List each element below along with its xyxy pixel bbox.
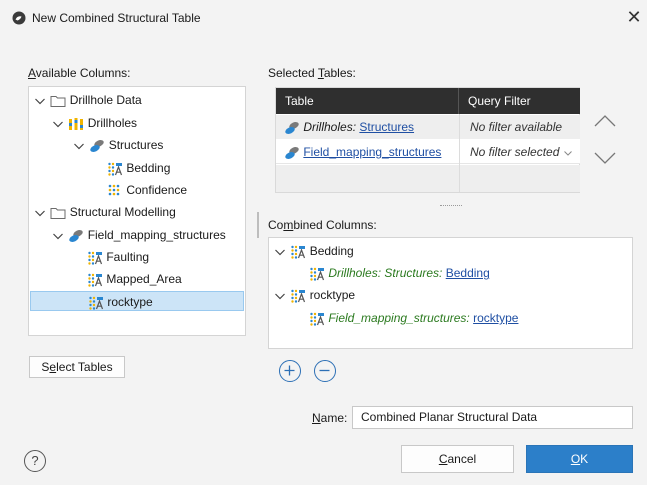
table-cell-name[interactable]: Drillholes: Structures — [284, 115, 414, 139]
table-link[interactable]: Structures — [359, 120, 414, 134]
tree-item-faulting[interactable]: Faulting — [87, 247, 149, 267]
window-title: New Combined Structural Table — [32, 11, 201, 25]
combined-columns-tree[interactable]: Bedding Drillholes: Structures: Bedding … — [268, 237, 633, 349]
select-tables-button[interactable]: Select Tables — [29, 356, 125, 378]
splitter-grip[interactable] — [440, 205, 462, 208]
name-label: Name: — [312, 411, 348, 425]
tree-item-confidence[interactable]: Confidence — [107, 180, 187, 200]
column-divider — [459, 114, 460, 192]
planar-column-icon — [87, 273, 103, 287]
chevron-down-icon[interactable] — [33, 206, 47, 220]
planar-column-icon — [88, 296, 104, 310]
tree-item-structures[interactable]: Structures — [72, 135, 163, 155]
structures-icon — [284, 121, 300, 135]
selected-tables-label: Selected Tables: — [268, 66, 356, 80]
combined-item-rocktype[interactable]: rocktype — [273, 285, 355, 305]
arrow-up-icon[interactable] — [592, 111, 618, 131]
remove-circle-icon[interactable] — [314, 360, 336, 382]
structures-icon — [68, 229, 84, 243]
chevron-down-icon[interactable] — [72, 139, 86, 153]
chevron-down-icon[interactable] — [273, 289, 287, 303]
help-icon[interactable]: ? — [24, 450, 46, 472]
leapfrog-app-icon — [12, 11, 26, 25]
name-input[interactable]: Combined Planar Structural Data — [352, 406, 633, 429]
selected-tables-table[interactable]: Table Query Filter Drillholes: Structure… — [275, 87, 580, 193]
planar-column-icon — [290, 245, 306, 259]
source-link[interactable]: Bedding — [446, 266, 490, 280]
combined-source-rocktype[interactable]: Field_mapping_structures: rocktype — [309, 308, 518, 328]
table-row-empty — [276, 165, 580, 192]
planar-column-icon — [107, 162, 123, 176]
folder-icon — [50, 94, 66, 108]
vertical-splitter[interactable] — [257, 212, 259, 238]
structures-icon — [89, 139, 105, 153]
planar-column-icon — [309, 267, 325, 281]
table-link[interactable]: Field_mapping_structures — [303, 145, 441, 159]
planar-column-icon — [309, 312, 325, 326]
tree-item-drillhole-data[interactable]: Drillhole Data — [33, 90, 142, 110]
tree-item-bedding[interactable]: Bedding — [107, 158, 170, 178]
drillholes-icon — [68, 117, 84, 131]
available-columns-tree[interactable]: Drillhole Data Drillholes Structures Bed… — [28, 86, 246, 336]
folder-icon — [50, 206, 66, 220]
tree-item-structural-modelling[interactable]: Structural Modelling — [33, 202, 176, 222]
planar-column-icon — [290, 289, 306, 303]
structures-icon — [284, 146, 300, 160]
combined-item-bedding[interactable]: Bedding — [273, 241, 354, 261]
table-cell-name[interactable]: Field_mapping_structures — [284, 140, 441, 164]
tree-item-drillholes[interactable]: Drillholes — [51, 113, 137, 133]
available-columns-label: Available Columns: — [28, 66, 131, 80]
combined-columns-label: Combined Columns: — [268, 218, 377, 232]
chevron-down-icon[interactable] — [33, 94, 47, 108]
column-header-table[interactable]: Table — [276, 88, 459, 114]
cancel-button[interactable]: Cancel — [401, 445, 514, 473]
chevron-down-icon — [563, 150, 572, 156]
tree-item-rocktype[interactable]: rocktype — [30, 291, 244, 311]
arrow-down-icon[interactable] — [592, 148, 618, 168]
planar-column-icon — [87, 251, 103, 265]
ok-button[interactable]: OK — [526, 445, 633, 473]
source-link[interactable]: rocktype — [473, 311, 518, 325]
chevron-down-icon[interactable] — [51, 229, 65, 243]
tree-item-field-mapping-structures[interactable]: Field_mapping_structures — [51, 225, 226, 245]
chevron-down-icon[interactable] — [51, 117, 65, 131]
chevron-down-icon[interactable] — [273, 245, 287, 259]
close-icon[interactable]: ✕ — [624, 7, 644, 27]
add-circle-icon[interactable] — [279, 360, 301, 382]
column-icon — [107, 184, 123, 198]
query-filter-dropdown[interactable]: No filter selected — [470, 140, 573, 164]
column-header-query-filter[interactable]: Query Filter — [459, 88, 580, 114]
tree-item-mapped-area[interactable]: Mapped_Area — [87, 269, 182, 289]
combined-source-bedding[interactable]: Drillholes: Structures: Bedding — [309, 263, 490, 283]
query-filter-cell: No filter available — [470, 120, 563, 134]
